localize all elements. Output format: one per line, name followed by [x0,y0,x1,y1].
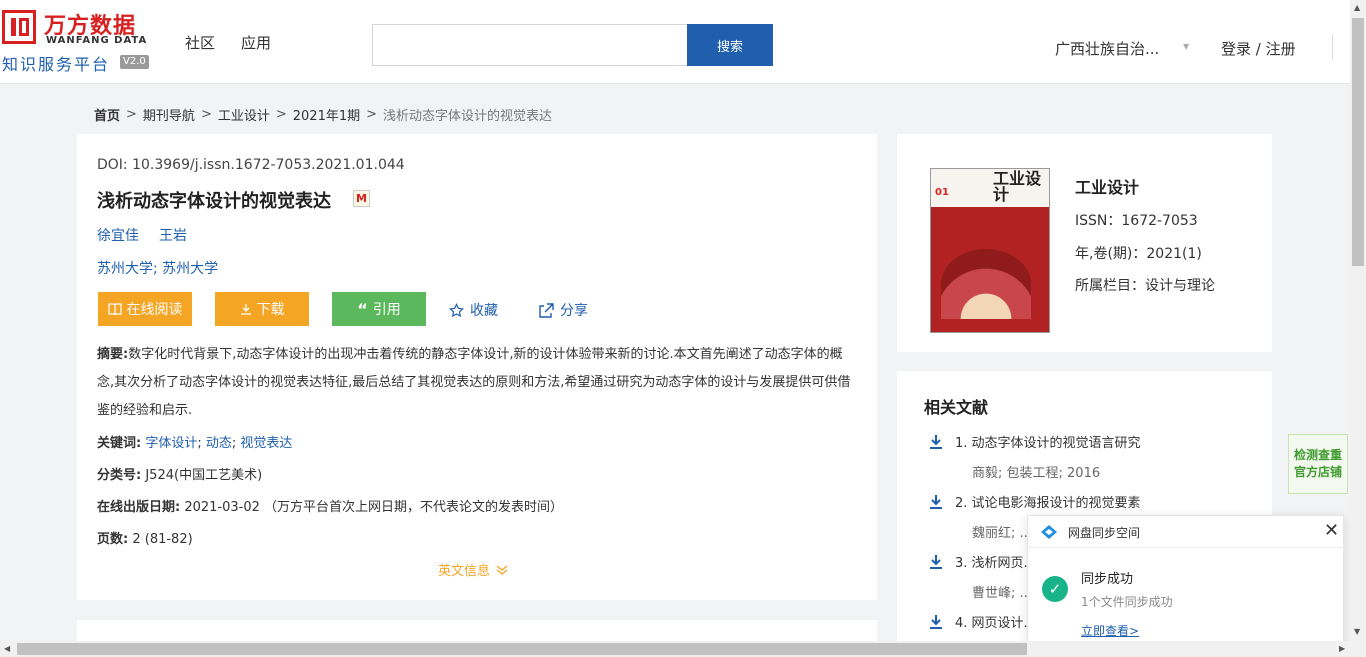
popup-message: 同步成功 [1081,572,1134,587]
quote-icon: “ [357,299,368,319]
journal-column: 所属栏目：设计与理论 [1075,278,1215,294]
plagiarism-check-tab[interactable]: 检测查重 官方店铺 [1288,434,1348,494]
related-item[interactable]: 1. 动态字体设计的视觉语言研究 [929,432,1141,451]
org-links[interactable]: 苏州大学; 苏州大学 [97,258,218,278]
scroll-left-icon[interactable]: ◀ [4,644,10,653]
author-link[interactable]: 徐宜佳 [97,225,139,245]
check-circle-icon: ✓ [1042,576,1068,602]
abstract: 摘要:数字化时代背景下,动态字体设计的出现冲击着传统的静态字体设计,新的设计体验… [97,341,857,425]
related-item-meta: 魏丽红; ... [972,526,1032,541]
close-icon[interactable]: ✕ [1324,520,1339,541]
pub-date-label: 在线出版日期: [97,500,181,515]
view-now-link[interactable]: 立即查看> [1081,622,1139,639]
author-list: 徐宜佳 王岩 [97,225,187,245]
pages-value: 2 (81-82) [132,532,193,547]
related-item[interactable]: 4. 网页设计... [929,612,1036,631]
breadcrumb-separator: > [275,107,287,122]
download-icon[interactable] [929,494,943,510]
related-item[interactable]: 3. 浅析网页... [929,552,1036,571]
english-info-toggle[interactable]: 英文信息 [438,560,508,579]
download-icon[interactable] [929,554,943,570]
journal-cover[interactable]: 01 工业设计 [930,168,1050,333]
vertical-scroll-thumb[interactable] [1352,18,1364,266]
cite-button[interactable]: “ 引用 [332,292,426,326]
scroll-right-icon[interactable]: ▶ [1339,644,1345,653]
related-item-meta: 商毅; 包装工程; 2016 [972,466,1101,481]
top-header: 万方数据 WANFANG DATA 知识服务平台 V2.0 社区 应用 搜索 广… [0,0,1350,84]
journal-name[interactable]: 工业设计 [1075,174,1139,198]
article-title: 浅析动态字体设计的视觉表达 [97,191,331,212]
wanfang-logo[interactable]: 万方数据 WANFANG DATA 知识服务平台 V2.0 [0,8,155,74]
classification-row: 分类号: J524(中国工艺美术) [97,464,262,483]
related-item[interactable]: 2. 试论电影海报设计的视觉要素 [929,492,1141,511]
header-divider [1332,34,1333,60]
breadcrumb-journals[interactable]: 期刊导航 [143,105,195,124]
breadcrumb-home[interactable]: 首页 [94,105,120,124]
related-item-meta: 曹世峰; ... [972,586,1032,601]
breadcrumb: 首页 > 期刊导航 > 工业设计 > 2021年1期 > 浅析动态字体设计的视觉… [94,105,552,124]
share-link[interactable]: 分享 [538,300,588,320]
pages-row: 页数: 2 (81-82) [97,528,193,547]
class-value: J524(中国工艺美术) [145,468,263,483]
journal-year-vol: 年,卷(期)：2021(1) [1075,246,1202,262]
search-button[interactable]: 搜索 [687,24,773,66]
keywords-label: 关键词: [97,436,142,451]
horizontal-scroll-thumb[interactable] [17,643,1027,655]
logo-mark-icon [2,10,36,44]
breadcrumb-separator: > [366,107,378,122]
caret-down-icon[interactable]: ▼ [1183,42,1189,51]
star-icon [449,302,464,317]
abstract-label: 摘要: [97,347,129,362]
breadcrumb-current: 浅析动态字体设计的视觉表达 [383,109,553,124]
article-card: DOI: 10.3969/j.issn.1672-7053.2021.01.04… [77,134,877,600]
mendeley-icon[interactable]: M [353,190,370,207]
doi-text: DOI: 10.3969/j.issn.1672-7053.2021.01.04… [97,157,405,173]
login-register-link[interactable]: 登录 / 注册 [1221,38,1296,59]
keyword-link[interactable]: 视觉表达 [240,436,292,451]
nav-apps[interactable]: 应用 [241,32,271,53]
sync-popup: 网盘同步空间 ✕ ✓ 同步成功 1个文件同步成功 立即查看> [1027,515,1345,657]
journal-card: 01 工业设计 工业设计 ISSN：1672-7053 年,卷(期)：2021(… [897,134,1272,352]
breadcrumb-journal[interactable]: 工业设计 [218,105,270,124]
search-input[interactable] [372,24,688,66]
share-icon [539,302,554,318]
region-selector[interactable]: 广西壮族自治... [1055,38,1159,59]
abstract-text: 数字化时代背景下,动态字体设计的出现冲击着传统的静态字体设计,新的设计体验带来新… [97,347,851,418]
cloud-sync-icon [1041,525,1057,539]
related-title: 相关文献 [924,398,989,417]
logo-subtitle: 知识服务平台 [2,55,111,74]
pub-date-row: 在线出版日期: 2021-03-02 （万方平台首次上网日期，不代表论文的发表时… [97,496,563,515]
popup-subtext: 1个文件同步成功 [1081,595,1173,609]
download-icon[interactable] [929,434,943,450]
double-chevron-down-icon [496,564,508,575]
download-icon[interactable] [929,614,943,630]
keyword-link[interactable]: 动态 [206,436,232,451]
scroll-down-icon[interactable]: ▼ [1354,627,1360,636]
read-online-button[interactable]: 在线阅读 [98,292,192,326]
keywords-row: 关键词: 字体设计; 动态; 视觉表达 [97,436,293,451]
popup-header: 网盘同步空间 ✕ [1028,516,1345,548]
keyword-link[interactable]: 字体设计 [145,436,197,451]
download-icon [240,304,251,315]
pub-date-value: 2021-03-02 （万方平台首次上网日期，不代表论文的发表时间） [184,500,564,515]
breadcrumb-issue[interactable]: 2021年1期 [293,105,360,124]
logo-en-text: WANFANG DATA [46,35,148,46]
author-link[interactable]: 王岩 [159,225,187,245]
version-badge: V2.0 [120,55,149,69]
book-icon [107,303,122,315]
cover-fan-graphic [941,249,1031,319]
journal-issn: ISSN：1672-7053 [1075,213,1198,229]
breadcrumb-separator: > [126,107,137,122]
download-button[interactable]: 下载 [215,292,309,326]
scroll-up-icon[interactable]: ▲ [1354,3,1360,12]
breadcrumb-separator: > [200,107,212,122]
nav-community[interactable]: 社区 [185,32,215,53]
favorite-link[interactable]: 收藏 [449,300,498,320]
cover-title: 工业设计 [993,169,1042,204]
popup-title: 网盘同步空间 [1068,526,1141,540]
class-label: 分类号: [97,468,142,483]
pages-label: 页数: [97,532,129,547]
cover-issue-number: 01 [935,187,949,198]
